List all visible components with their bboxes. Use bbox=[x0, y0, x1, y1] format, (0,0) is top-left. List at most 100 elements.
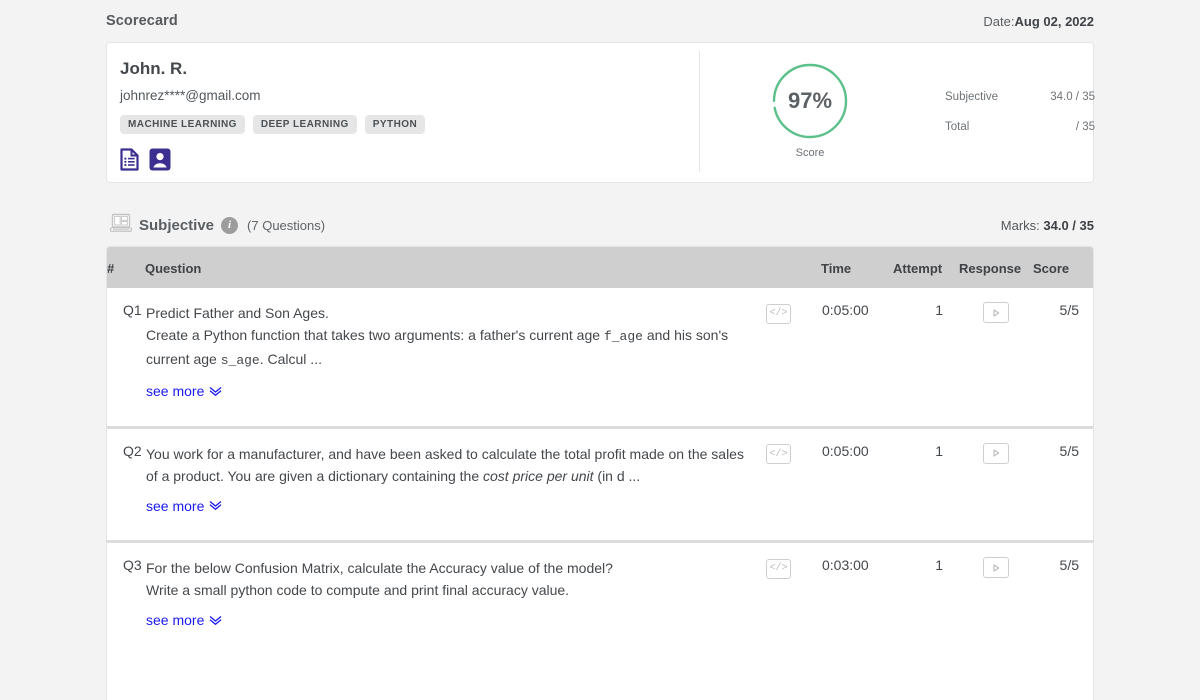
question-text: Predict Father and Son Ages. Create a Py… bbox=[146, 302, 755, 372]
questions-table-head: # Question Time Attempt Response Score bbox=[107, 247, 1093, 288]
date-label: Date: bbox=[983, 14, 1014, 29]
see-more-link[interactable]: see more bbox=[146, 495, 222, 517]
column-header-attempt: Attempt bbox=[893, 247, 959, 288]
date-display: Date:Aug 02, 2022 bbox=[983, 14, 1094, 29]
chevron-double-down-icon bbox=[209, 386, 222, 397]
row-spacer bbox=[107, 403, 1093, 427]
section-header: Subjective i (7 Questions) Marks: 34.0 /… bbox=[110, 206, 1094, 244]
question-number: Q1 bbox=[107, 288, 145, 403]
question-title: Predict Father and Son Ages. bbox=[146, 305, 329, 321]
question-title: For the below Confusion Matrix, calculat… bbox=[146, 560, 613, 576]
question-cell: Predict Father and Son Ages. Create a Py… bbox=[145, 288, 765, 403]
table-header-row: # Question Time Attempt Response Score bbox=[107, 247, 1093, 288]
section-header-left: Subjective i (7 Questions) bbox=[110, 213, 325, 238]
skill-tag-list: MACHINE LEARNING DEEP LEARNING PYTHON bbox=[120, 115, 699, 134]
question-body: Create a Python function that takes two … bbox=[146, 327, 604, 343]
question-emphasis: cost price per unit bbox=[483, 468, 594, 484]
stat-value: 34.0 / 35 bbox=[1050, 91, 1095, 103]
question-attempt: 1 bbox=[893, 427, 959, 518]
score-breakdown: Subjective 34.0 / 35 Total / 35 bbox=[945, 91, 1095, 151]
questions-table-body: Q1 Predict Father and Son Ages. Create a… bbox=[107, 288, 1093, 632]
marks-value: 34.0 / 35 bbox=[1043, 218, 1094, 233]
stat-value: / 35 bbox=[1076, 121, 1095, 133]
question-score: 5/5 bbox=[1033, 542, 1093, 633]
question-time: 0:03:00 bbox=[821, 542, 893, 633]
skill-tag: PYTHON bbox=[365, 115, 425, 134]
computer-document-icon bbox=[110, 213, 132, 238]
code-cell: </> bbox=[765, 542, 821, 633]
code-icon[interactable]: </> bbox=[766, 304, 791, 324]
column-header-response: Response bbox=[959, 247, 1033, 288]
page-title: Scorecard bbox=[106, 13, 178, 29]
question-attempt: 1 bbox=[893, 288, 959, 403]
skill-tag: MACHINE LEARNING bbox=[120, 115, 245, 134]
question-body: Write a small python code to compute and… bbox=[146, 582, 569, 598]
question-time: 0:05:00 bbox=[821, 427, 893, 518]
date-value: Aug 02, 2022 bbox=[1015, 14, 1095, 29]
user-profile-icon[interactable] bbox=[149, 148, 171, 176]
stat-key: Subjective bbox=[945, 91, 998, 103]
question-body: . Calcul ... bbox=[260, 351, 322, 367]
column-header-number: # bbox=[107, 247, 145, 288]
play-icon[interactable] bbox=[983, 302, 1009, 323]
question-cell: You work for a manufacturer, and have be… bbox=[145, 427, 765, 518]
table-row: Q1 Predict Father and Son Ages. Create a… bbox=[107, 288, 1093, 403]
inline-code: s_age bbox=[221, 353, 260, 368]
see-more-label: see more bbox=[146, 495, 204, 517]
report-document-icon[interactable] bbox=[120, 148, 139, 176]
question-text: You work for a manufacturer, and have be… bbox=[146, 443, 755, 487]
question-cell: For the below Confusion Matrix, calculat… bbox=[145, 542, 765, 633]
row-spacer bbox=[107, 518, 1093, 542]
play-icon[interactable] bbox=[983, 557, 1009, 578]
section-title: Subjective bbox=[139, 217, 214, 234]
score-ring: 97% Score bbox=[760, 61, 860, 159]
question-count: (7 Questions) bbox=[247, 218, 325, 233]
score-caption: Score bbox=[760, 147, 860, 159]
see-more-link[interactable]: see more bbox=[146, 609, 222, 631]
see-more-link[interactable]: see more bbox=[146, 380, 222, 402]
questions-table: # Question Time Attempt Response Score Q… bbox=[107, 247, 1093, 632]
stat-key: Total bbox=[945, 121, 969, 133]
play-icon[interactable] bbox=[983, 443, 1009, 464]
code-cell: </> bbox=[765, 427, 821, 518]
question-number: Q2 bbox=[107, 427, 145, 518]
info-icon[interactable]: i bbox=[221, 217, 238, 234]
response-cell bbox=[959, 542, 1033, 633]
topbar: Scorecard Date:Aug 02, 2022 bbox=[106, 0, 1094, 42]
column-header-question: Question bbox=[145, 247, 765, 288]
stat-row: Total / 35 bbox=[945, 121, 1095, 133]
question-body: You work for a manufacturer, and have be… bbox=[146, 446, 744, 484]
stat-row: Subjective 34.0 / 35 bbox=[945, 91, 1095, 103]
section-marks: Marks: 34.0 / 35 bbox=[1001, 218, 1094, 233]
candidate-name: John. R. bbox=[120, 59, 699, 79]
question-time: 0:05:00 bbox=[821, 288, 893, 403]
marks-label: Marks: bbox=[1001, 218, 1040, 233]
question-text: For the below Confusion Matrix, calculat… bbox=[146, 557, 755, 601]
table-row: Q2 You work for a manufacturer, and have… bbox=[107, 427, 1093, 518]
chevron-double-down-icon bbox=[209, 500, 222, 511]
scorecard-page: Scorecard Date:Aug 02, 2022 John. R. joh… bbox=[0, 0, 1200, 700]
profile-card: John. R. johnrez****@gmail.com MACHINE L… bbox=[106, 42, 1094, 183]
response-cell bbox=[959, 288, 1033, 403]
profile-action-icons bbox=[120, 148, 699, 176]
candidate-email: johnrez****@gmail.com bbox=[120, 88, 699, 103]
inline-code: f_age bbox=[604, 329, 643, 344]
skill-tag: DEEP LEARNING bbox=[253, 115, 357, 134]
profile-details: John. R. johnrez****@gmail.com MACHINE L… bbox=[107, 43, 699, 182]
questions-card: # Question Time Attempt Response Score Q… bbox=[106, 246, 1094, 700]
column-header-code bbox=[765, 247, 821, 288]
question-attempt: 1 bbox=[893, 542, 959, 633]
column-header-time: Time bbox=[821, 247, 893, 288]
code-icon[interactable]: </> bbox=[766, 559, 791, 579]
see-more-label: see more bbox=[146, 609, 204, 631]
code-cell: </> bbox=[765, 288, 821, 403]
score-panel: 97% Score Subjective 34.0 / 35 Total / 3… bbox=[700, 43, 1093, 182]
question-number: Q3 bbox=[107, 542, 145, 633]
code-icon[interactable]: </> bbox=[766, 444, 791, 464]
table-row: Q3 For the below Confusion Matrix, calcu… bbox=[107, 542, 1093, 633]
column-header-score: Score bbox=[1033, 247, 1093, 288]
chevron-double-down-icon bbox=[209, 615, 222, 626]
question-body: (in d ... bbox=[594, 468, 641, 484]
question-score: 5/5 bbox=[1033, 288, 1093, 403]
question-score: 5/5 bbox=[1033, 427, 1093, 518]
